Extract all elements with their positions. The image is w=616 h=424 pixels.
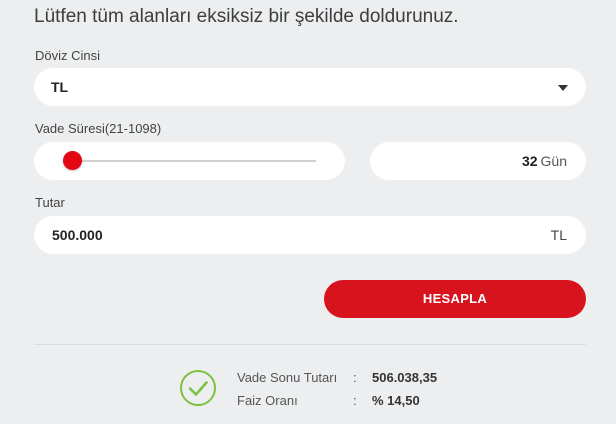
currency-selected-value: TL [51,79,69,95]
interest-rate-colon: : [353,393,357,408]
interest-rate-value: % 14,50 [372,393,420,408]
term-slider[interactable] [34,142,345,180]
check-circle-icon [180,370,216,406]
maturity-amount-value: 506.038,35 [372,370,438,385]
slider-track [70,160,316,162]
amount-currency: TL [550,227,567,243]
maturity-amount-colon: : [353,370,357,385]
term-days-field[interactable]: 32 Gün [370,142,586,180]
divider [34,344,586,345]
amount-field[interactable]: 500.000 TL [34,216,586,254]
chevron-down-icon [558,85,568,91]
maturity-amount-label: Vade Sonu Tutarı [237,370,338,385]
interest-rate-label: Faiz Oranı [237,393,298,408]
term-days-value: 32 [521,153,538,169]
term-days-unit: Gün [540,153,567,169]
currency-label: Döviz Cinsi [35,48,101,63]
slider-handle[interactable] [63,151,82,170]
amount-value: 500.000 [52,227,103,243]
form-title: Lütfen tüm alanları eksiksiz bir şekilde… [34,6,459,27]
calculate-button[interactable]: HESAPLA [324,280,586,318]
currency-select[interactable]: TL [34,68,586,106]
amount-label: Tutar [35,195,65,210]
term-label: Vade Süresi(21-1098) [35,121,162,136]
